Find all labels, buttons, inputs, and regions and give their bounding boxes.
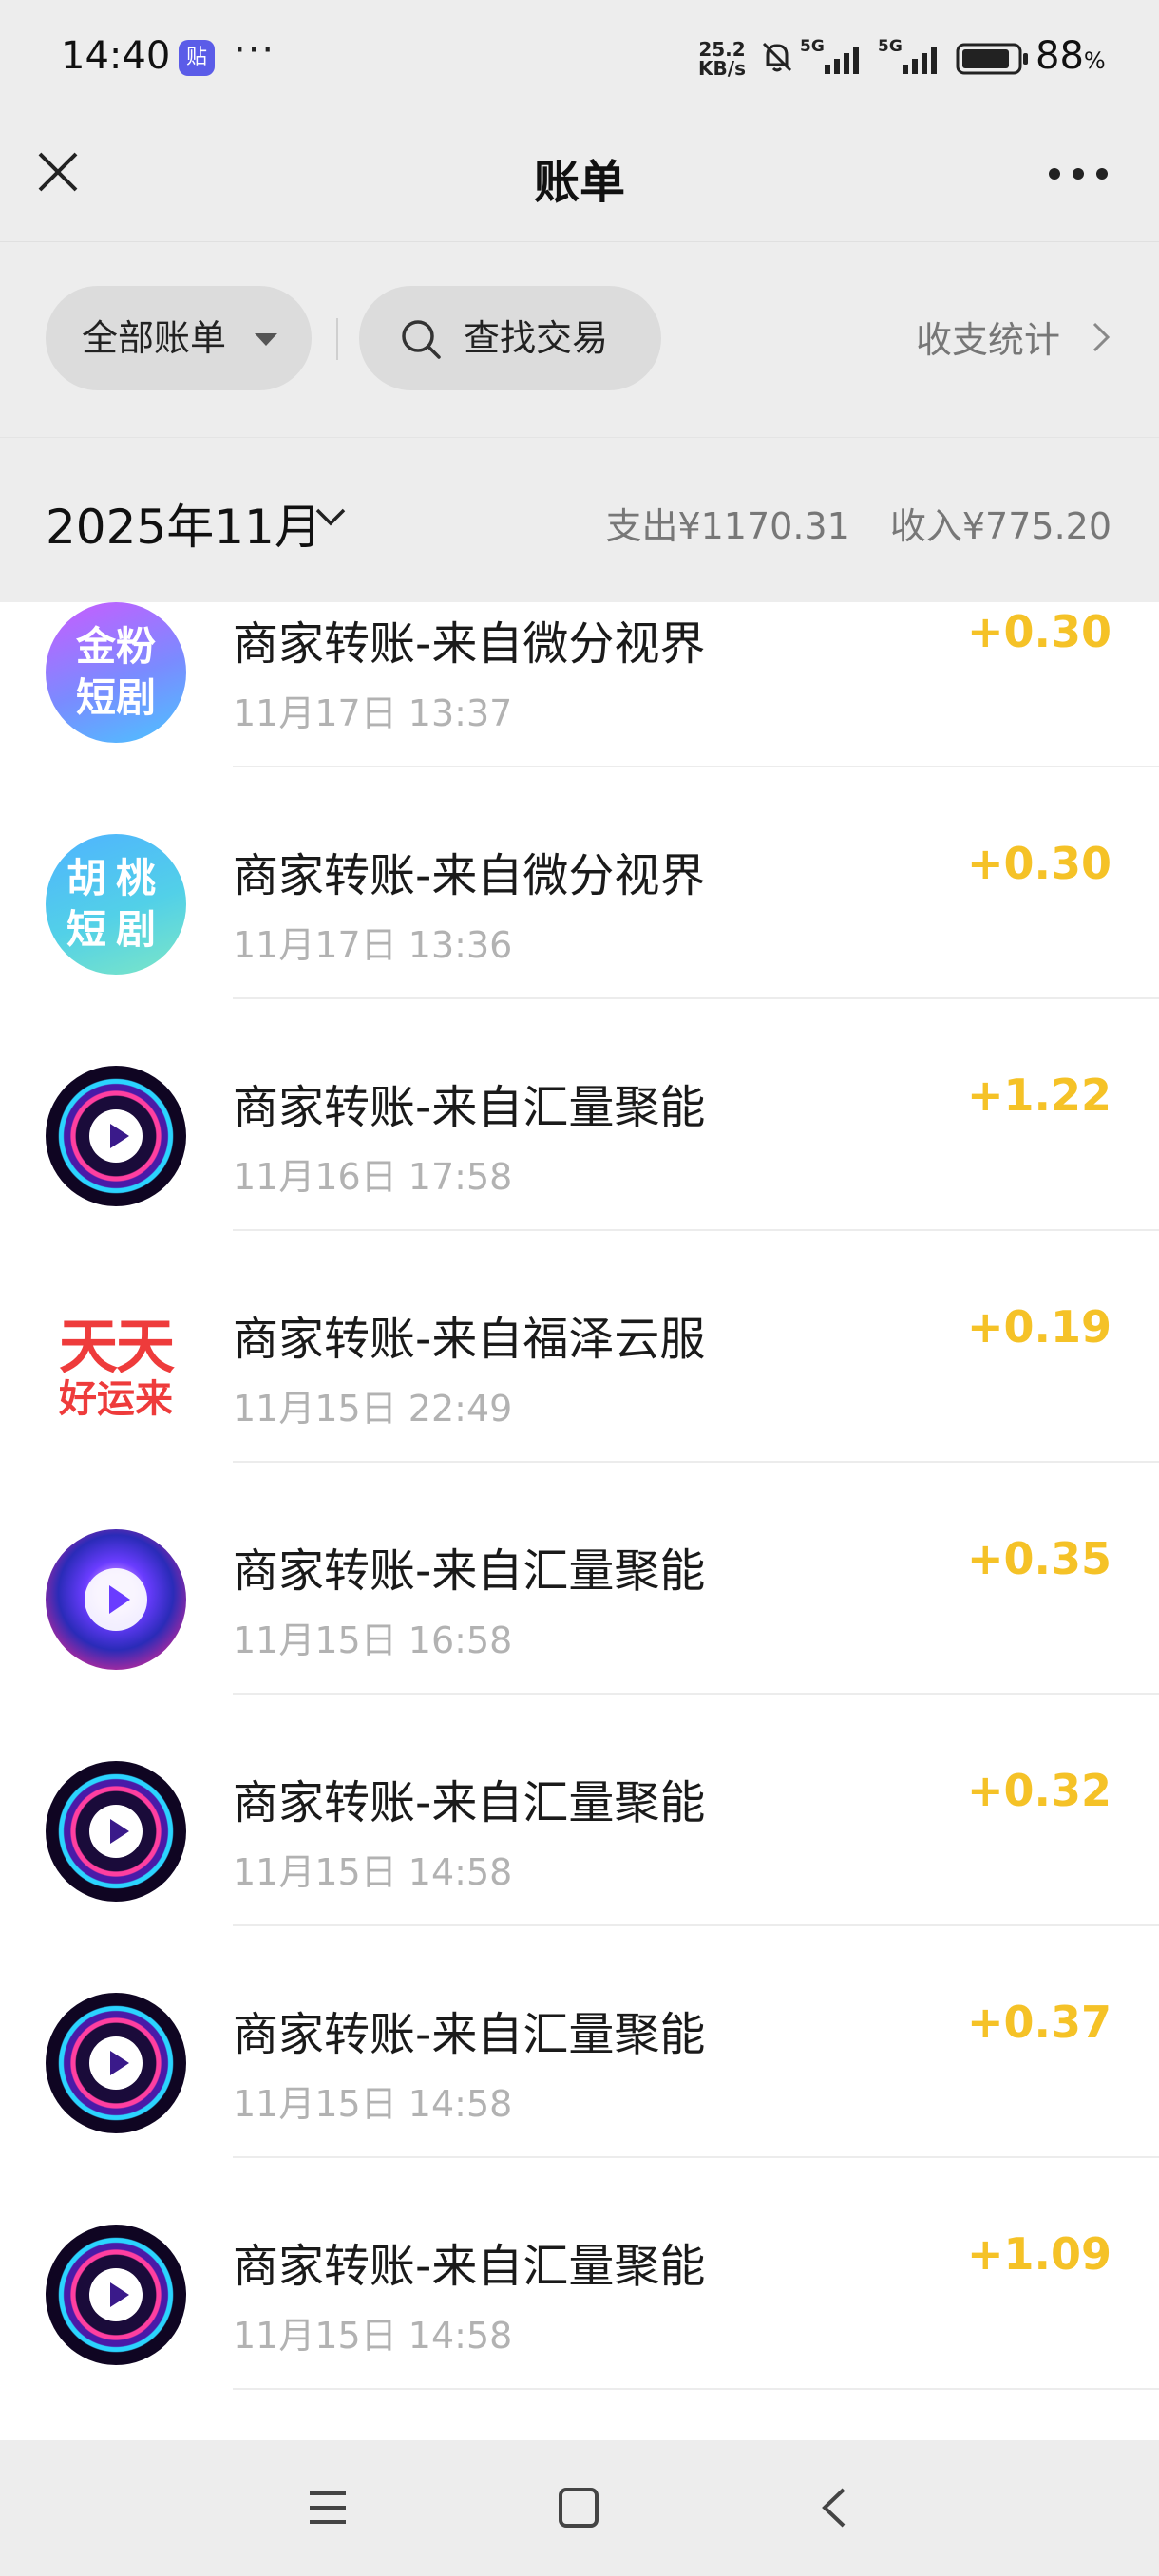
mute-bell-icon — [762, 42, 792, 72]
transaction-title: 商家转账-来自福泽云服 — [233, 1313, 706, 1366]
network-speed: 25.2 KB/s — [695, 40, 749, 78]
transaction-row[interactable]: 商家转账-来自汇量聚能 11月15日 14:58 +0.32 — [0, 1695, 1159, 1926]
month-summary: 支出¥1170.31 收入¥775.20 — [577, 497, 1112, 549]
month-summary-bar: 2025年11月 支出¥1170.31 收入¥775.20 — [0, 437, 1159, 603]
transaction-row[interactable]: 商家转账-来自汇量聚能 11月15日 14:58 +1.09 — [0, 2158, 1159, 2390]
chevron-down-icon — [315, 508, 346, 526]
stats-label: 收支统计 — [916, 319, 1061, 361]
transaction-amount: +0.30 — [966, 606, 1112, 657]
transaction-row[interactable]: 金粉 短剧 商家转账-来自微分视界 11月17日 13:37 +0.30 — [0, 602, 1159, 767]
transaction-amount: +1.22 — [966, 1070, 1112, 1121]
transaction-amount: +1.09 — [966, 2228, 1112, 2280]
tiantian-haoyunlai-logo: 天天 好运来 — [46, 1297, 186, 1438]
search-label: 查找交易 — [464, 317, 609, 359]
signal-5g-icon-2: 5G — [878, 37, 937, 74]
merchant-play-logo — [46, 2225, 186, 2365]
transaction-title: 商家转账-来自微分视界 — [233, 849, 706, 902]
home-icon[interactable] — [557, 2486, 600, 2529]
logo-text-line-1: 金粉 — [75, 623, 156, 670]
all-bills-label: 全部账单 — [82, 317, 227, 359]
play-icon — [85, 1568, 147, 1631]
transaction-time: 11月16日 17:58 — [233, 1156, 513, 1198]
hutao-drama-logo: 胡桃 短剧 — [46, 834, 186, 975]
battery-percent-unit: % — [1083, 47, 1106, 74]
transaction-time: 11月15日 14:58 — [233, 2083, 513, 2125]
system-nav-bar — [0, 2440, 1159, 2576]
search-transactions-button[interactable]: 查找交易 — [359, 286, 661, 390]
app-notification-icon: 贴 — [179, 40, 215, 76]
more-notifications-icon: ··· — [234, 28, 276, 72]
transaction-time: 11月15日 14:58 — [233, 2315, 513, 2357]
menu-icon[interactable] — [306, 2486, 350, 2529]
battery-percent-value: 88 — [1036, 34, 1084, 78]
income-total: 收入¥775.20 — [889, 505, 1112, 547]
merchant-play-logo — [46, 1761, 186, 1902]
title-bar: 账单 — [0, 116, 1159, 242]
transaction-amount: +0.30 — [966, 838, 1112, 889]
transaction-list[interactable]: 金粉 短剧 商家转账-来自微分视界 11月17日 13:37 +0.30 胡桃 短剧 商家转账… — [0, 602, 1159, 2440]
play-icon — [89, 2036, 142, 2090]
signal-5g-icon: 5G — [800, 37, 859, 74]
month-selector[interactable]: 2025年11月 — [46, 489, 346, 558]
network-speed-unit: KB/s — [698, 57, 746, 80]
transaction-amount: +0.37 — [966, 1997, 1112, 2048]
transaction-title: 商家转账-来自微分视界 — [233, 617, 706, 671]
transaction-row[interactable]: 天天 好运来 商家转账-来自福泽云服 11月15日 22:49 +0.19 — [0, 1231, 1159, 1463]
income-expense-stats-link[interactable]: 收支统计 — [916, 311, 1111, 363]
filter-divider — [336, 318, 338, 360]
transaction-row[interactable]: 胡桃 短剧 商家转账-来自微分视界 11月17日 13:36 +0.30 — [0, 767, 1159, 999]
chevron-right-icon — [1092, 322, 1111, 352]
transaction-amount: +0.19 — [966, 1301, 1112, 1353]
logo-text-line-1: 胡桃 — [66, 855, 165, 901]
play-icon — [89, 1109, 142, 1163]
battery-icon — [956, 43, 1028, 75]
all-bills-dropdown[interactable]: 全部账单 — [46, 286, 312, 390]
play-icon — [89, 2268, 142, 2321]
transaction-row[interactable]: 商家转账-来自汇量聚能 11月16日 17:58 +1.22 — [0, 999, 1159, 1231]
merchant-play-logo — [46, 1066, 186, 1206]
logo-text-line-1: 天天 — [58, 1312, 175, 1381]
transaction-amount: +0.35 — [966, 1533, 1112, 1584]
transaction-title: 商家转账-来自汇量聚能 — [233, 1544, 706, 1598]
transaction-time: 11月15日 16:58 — [233, 1619, 513, 1661]
row-divider — [233, 2388, 1159, 2390]
transaction-amount: +0.32 — [966, 1765, 1112, 1816]
transaction-row[interactable]: 商家转账-来自汇量聚能 11月15日 14:58 +0.37 — [0, 1926, 1159, 2158]
logo-text-line-2: 好运来 — [59, 1377, 173, 1421]
transaction-time: 11月15日 14:58 — [233, 1851, 513, 1893]
search-icon — [402, 320, 441, 359]
merchant-play-logo — [46, 1993, 186, 2133]
transaction-title: 商家转账-来自汇量聚能 — [233, 1081, 706, 1134]
network-speed-value: 25.2 — [698, 38, 746, 61]
back-icon[interactable] — [815, 2484, 853, 2531]
transaction-title: 商家转账-来自汇量聚能 — [233, 2240, 706, 2293]
jinfen-drama-logo: 金粉 短剧 — [46, 602, 186, 743]
play-icon — [89, 1805, 142, 1858]
filter-bar: 全部账单 查找交易 收支统计 — [0, 242, 1159, 437]
transaction-time: 11月17日 13:37 — [233, 692, 513, 734]
battery-percent: 88% — [1036, 34, 1106, 78]
transaction-title: 商家转账-来自汇量聚能 — [233, 1776, 706, 1829]
transaction-title: 商家转账-来自汇量聚能 — [233, 2008, 706, 2061]
logo-text-line-2: 短剧 — [75, 674, 156, 721]
merchant-play-logo — [46, 1529, 186, 1670]
transaction-time: 11月17日 13:36 — [233, 924, 513, 966]
caret-down-icon — [255, 333, 277, 346]
transaction-time: 11月15日 22:49 — [233, 1388, 513, 1430]
expense-total: 支出¥1170.31 — [605, 505, 850, 547]
logo-text-line-2: 短剧 — [66, 906, 165, 953]
month-label: 2025年11月 — [46, 500, 322, 555]
status-time: 14:40 — [61, 34, 171, 78]
signal-label-1: 5G — [800, 37, 825, 56]
signal-label-2: 5G — [878, 37, 902, 56]
more-icon[interactable] — [1045, 160, 1112, 188]
page-title: 账单 — [533, 156, 625, 209]
transaction-row[interactable]: 商家转账-来自汇量聚能 11月15日 16:58 +0.35 — [0, 1463, 1159, 1695]
status-bar: 14:40 贴 ··· 25.2 KB/s 5G 5G 88% — [0, 0, 1159, 116]
